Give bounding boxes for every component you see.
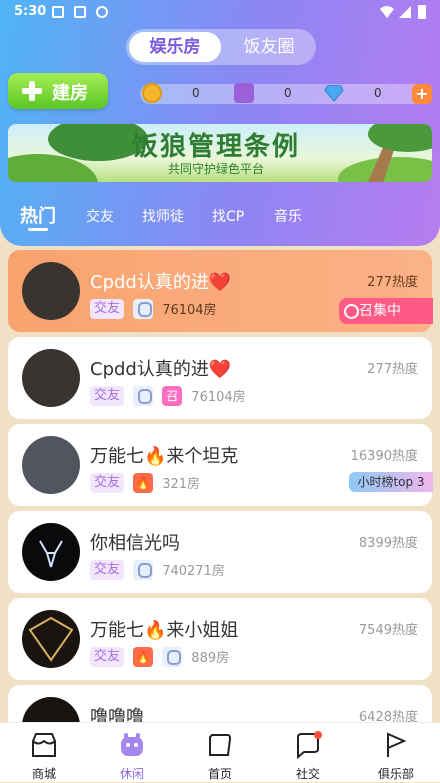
mic-icon — [133, 298, 154, 319]
room-heat: 7549热度 — [358, 623, 418, 638]
hourly-rank-badge: 小时榜top 3 — [349, 472, 433, 492]
room-tag: 交友 — [90, 385, 125, 406]
avatar — [22, 523, 80, 581]
coin-icon — [142, 83, 162, 103]
tab-hot[interactable]: 热门 — [20, 202, 56, 228]
nav-label: 俱乐部 — [377, 767, 414, 781]
room-tag: 交友 — [90, 472, 125, 493]
wifi-icon — [380, 6, 394, 18]
tab-fan-circle[interactable]: 饭友圈 — [226, 32, 312, 62]
gem-icon — [234, 83, 254, 103]
room-tags: 交友 740271房 — [90, 559, 225, 580]
room-number: 889房 — [191, 651, 230, 666]
room-title: 万能七🔥来小姐姐 — [90, 620, 239, 641]
tab-entertainment-room[interactable]: 娱乐房 — [129, 32, 221, 62]
create-room-button[interactable]: 建房 — [8, 73, 108, 109]
shop-icon — [32, 733, 56, 757]
room-tags: 交友 🔥 321房 — [90, 472, 201, 493]
battery-icon — [418, 5, 426, 19]
mic-icon — [162, 646, 183, 667]
diamond-count: 0 — [374, 86, 382, 100]
nav-label: 商城 — [31, 767, 56, 781]
app-notification-icon — [74, 6, 86, 18]
banner-title: 饭狼管理条例 — [132, 132, 301, 162]
nav-label: 休闲 — [119, 767, 144, 781]
nav-social[interactable]: 社交 — [264, 723, 352, 783]
gem-count: 0 — [284, 86, 292, 100]
nav-club[interactable]: 俱乐部 — [352, 723, 440, 783]
room-tag: 交友 — [90, 646, 125, 667]
nav-home[interactable]: 首页 — [176, 723, 264, 783]
nav-leisure[interactable]: 休闲 — [88, 723, 176, 783]
mic-icon — [133, 559, 154, 580]
coin-count: 0 — [192, 86, 200, 100]
room-tag: 交友 — [90, 298, 125, 319]
room-card[interactable]: 万能七🔥来小姐姐 7549热度 交友 🔥 889房 — [8, 598, 432, 680]
tab-friends[interactable]: 交友 — [86, 206, 114, 226]
leisure-icon — [121, 733, 143, 756]
category-tabs: 热门 交友 找师徒 找CP 音乐 — [0, 200, 440, 232]
avatar — [22, 610, 80, 668]
room-title: 你相信光吗 — [90, 533, 180, 554]
tab-find-mentor[interactable]: 找师徒 — [142, 206, 184, 226]
plus-icon — [22, 81, 42, 101]
bottom-nav: 商城 休闲 首页 社交 俱乐部 — [0, 722, 440, 782]
recharge-button[interactable]: + — [412, 84, 432, 104]
active-tab-indicator — [28, 228, 48, 231]
room-heat: 8399热度 — [358, 536, 418, 551]
room-title: 万能七🔥来个坦克 — [90, 446, 239, 467]
room-title: Cpdd认真的进❤️ — [90, 272, 232, 293]
recruit-icon: 召 — [162, 385, 183, 406]
room-number: 76104房 — [191, 390, 246, 405]
status-bar: 5:30 — [0, 0, 440, 26]
room-tags: 交友 召 76104房 — [90, 385, 246, 406]
status-time: 5:30 — [14, 4, 47, 19]
rules-banner[interactable]: 饭狼管理条例 共同守护绿色平台 — [8, 124, 432, 182]
nav-label: 首页 — [207, 767, 232, 781]
tab-find-cp[interactable]: 找CP — [212, 206, 244, 226]
room-heat: 277热度 — [367, 362, 418, 377]
nav-label: 社交 — [295, 767, 320, 781]
mic-icon — [133, 385, 154, 406]
chat-icon — [297, 731, 322, 759]
signal-icon — [399, 6, 411, 18]
avatar — [22, 349, 80, 407]
room-tag: 交友 — [90, 559, 125, 580]
tab-music[interactable]: 音乐 — [274, 206, 302, 226]
room-card[interactable]: Cpdd认真的进❤️ 277热度 交友 76104房 召集中 — [8, 250, 433, 332]
home-icon — [209, 734, 232, 756]
nav-shop[interactable]: 商城 — [0, 723, 88, 783]
room-card[interactable]: 你相信光吗 8399热度 交友 740271房 — [8, 511, 432, 593]
room-title: Cpdd认真的进❤️ — [90, 359, 232, 380]
diamond-icon — [324, 85, 344, 102]
avatar — [22, 262, 80, 320]
room-heat: 277热度 — [367, 275, 418, 290]
room-heat: 16390热度 — [350, 449, 418, 464]
room-card[interactable]: 万能七🔥来个坦克 16390热度 交友 🔥 321房 小时榜top 3 — [8, 424, 433, 506]
room-number: 321房 — [162, 477, 201, 492]
notification-icon — [52, 6, 64, 18]
currency-bar: 0 0 0 + — [140, 83, 432, 104]
shield-icon — [96, 6, 108, 18]
flag-icon — [387, 732, 407, 757]
create-room-label: 建房 — [52, 83, 88, 104]
banner-subtitle: 共同守护绿色平台 — [168, 162, 265, 176]
room-tags: 交友 76104房 — [90, 298, 217, 319]
room-number: 76104房 — [162, 303, 217, 318]
club-logo-icon — [28, 616, 74, 662]
room-type-switch: 娱乐房 饭友圈 — [126, 29, 316, 65]
avatar — [22, 436, 80, 494]
deer-icon — [39, 540, 63, 568]
gathering-badge: 召集中 — [339, 298, 433, 324]
fire-icon: 🔥 — [133, 646, 154, 667]
room-number: 740271房 — [162, 564, 225, 579]
room-card[interactable]: Cpdd认真的进❤️ 277热度 交友 召 76104房 — [8, 337, 432, 419]
room-tags: 交友 🔥 889房 — [90, 646, 230, 667]
fire-icon: 🔥 — [133, 472, 154, 493]
